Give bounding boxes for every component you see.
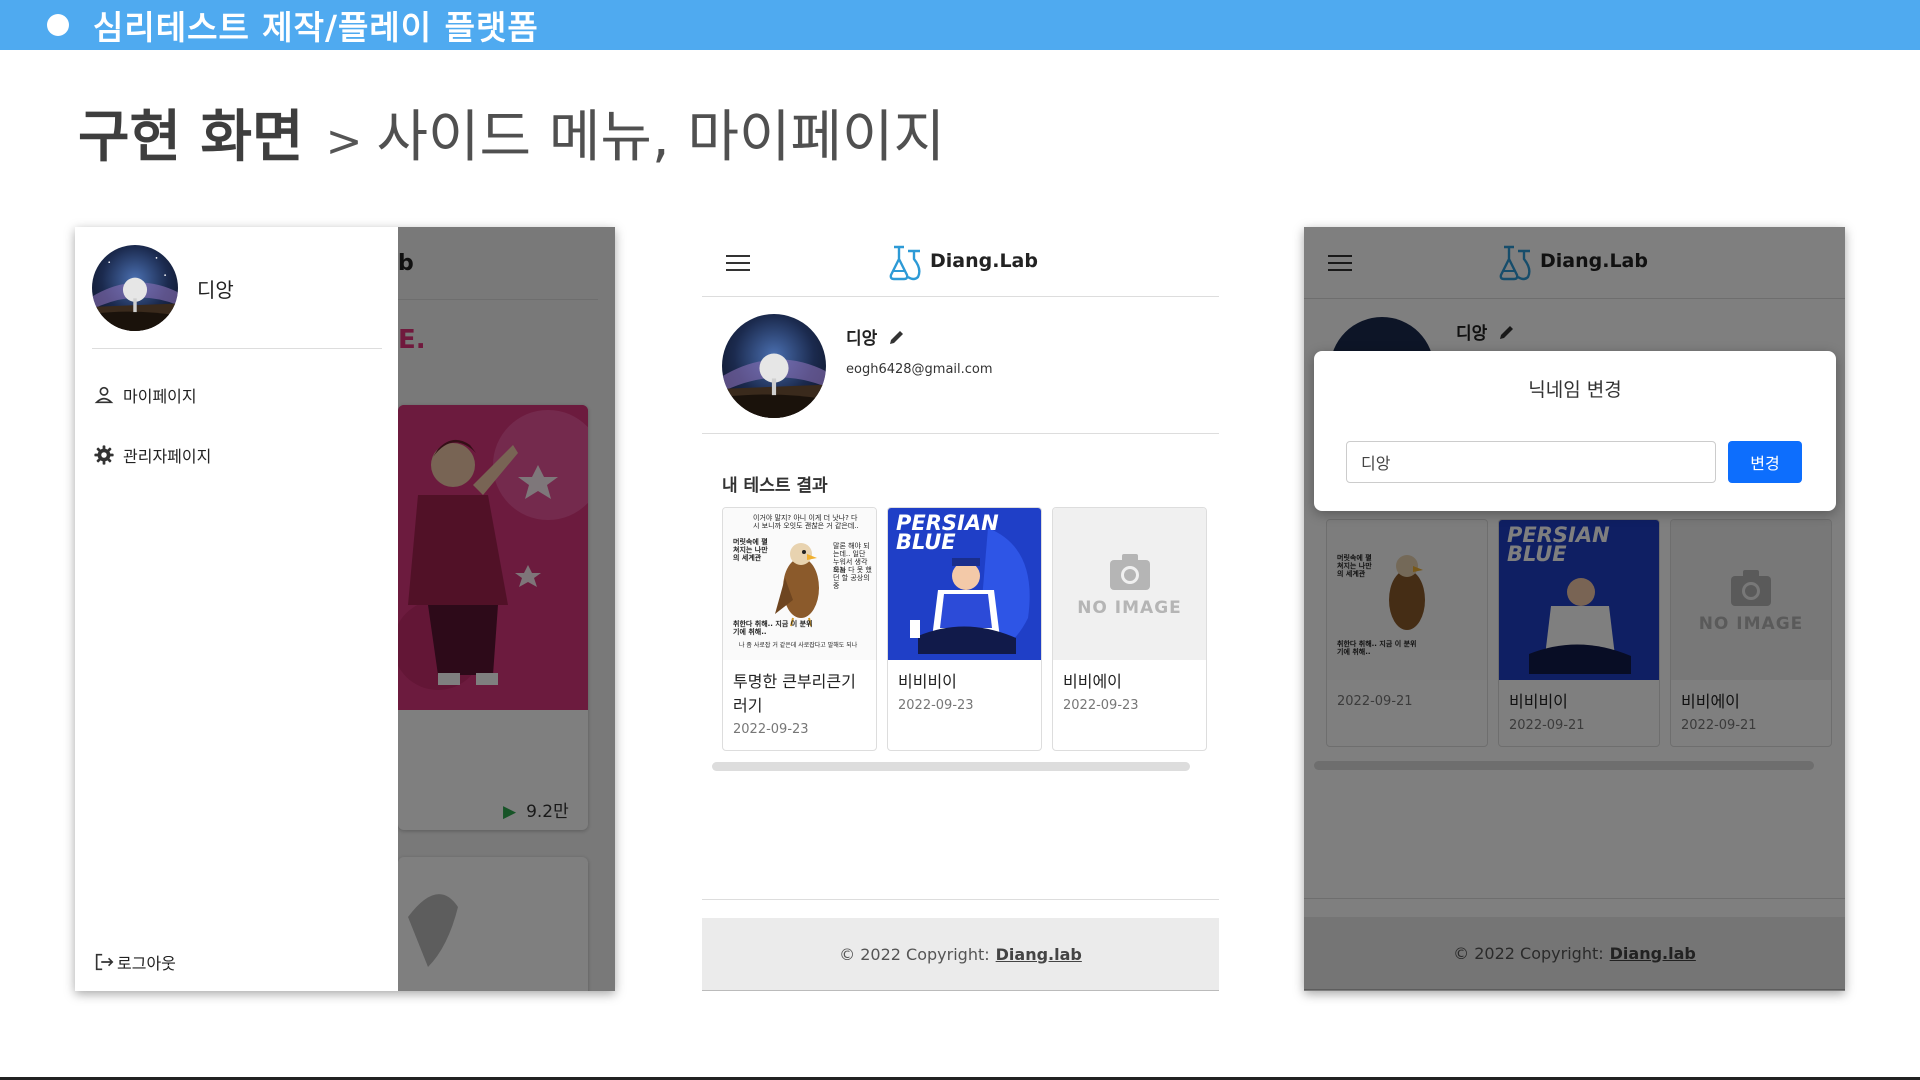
logout-button[interactable]: 로그아웃 bbox=[93, 950, 176, 974]
edit-pencil-icon[interactable] bbox=[887, 327, 907, 347]
card-date: 2022-09-23 bbox=[1063, 698, 1139, 713]
slide-title: 구현 화면 > 사이드 메뉴, 마이페이지 bbox=[78, 92, 945, 173]
eagle-bottom-text: 취한다 취해.. 지금 이 분위기에 취해.. bbox=[733, 620, 813, 636]
test-result-cards: 이거야 말지? 아니 이게 더 낫나? 다시 보니까 오잇도 괜찮은 거 같은데… bbox=[722, 507, 1207, 751]
drawer-divider bbox=[92, 348, 382, 349]
avatar bbox=[92, 245, 178, 331]
eagle-top-text: 이거야 말지? 아니 이게 더 낫나? 다시 보니까 오잇도 괜찮은 거 같은데… bbox=[753, 514, 859, 530]
camera-icon bbox=[1109, 554, 1150, 590]
profile-email: eogh6428@gmail.com bbox=[846, 362, 993, 377]
mypage-screenshot: Diang.Lab 디앙 eogh6428@gmail.com 내 테스트 결과… bbox=[702, 227, 1219, 991]
background-page: b E. ▶9.2만 bbox=[398, 227, 615, 991]
menu-item-mypage-label: 마이페이지 bbox=[123, 387, 197, 406]
profile-nickname: 디앙 bbox=[846, 324, 907, 349]
nickname-modal-screenshot: Diang.Lab 디앙 머릿속에 펼쳐지는 나만의 세계관 취한다 취해 bbox=[1304, 227, 1845, 991]
person-icon bbox=[94, 386, 114, 404]
persian-blue-thumbnail: PERSIANBLUE bbox=[888, 508, 1041, 660]
galaxy-avatar-image bbox=[92, 245, 178, 331]
nickname-input[interactable] bbox=[1346, 441, 1716, 483]
footer-copyright: © 2022 Copyright: Diang.lab bbox=[702, 918, 1219, 991]
galaxy-avatar-image bbox=[722, 314, 826, 418]
footer-link[interactable]: Diang.lab bbox=[996, 945, 1082, 964]
slide-title-strong: 구현 화면 bbox=[78, 105, 304, 170]
hamburger-menu-icon[interactable] bbox=[726, 255, 750, 273]
overlay-dim[interactable] bbox=[398, 227, 615, 991]
slide-header-bar: 심리테스트 제작/플레이 플랫폼 bbox=[0, 0, 1920, 50]
card-date: 2022-09-23 bbox=[898, 698, 974, 713]
modal-backdrop[interactable] bbox=[1304, 227, 1845, 991]
persian-text-line-2: BLUE bbox=[896, 530, 956, 554]
card-title: 비비에이 bbox=[1063, 672, 1122, 691]
card-title: 투명한 큰부리큰기러기 bbox=[733, 672, 856, 715]
side-menu-screenshot: b E. ▶9.2만 bbox=[75, 227, 615, 991]
footer: © 2022 Copyright: Diang.lab bbox=[702, 899, 1219, 991]
copyright-text: © 2022 Copyright: bbox=[839, 944, 990, 964]
app-header: Diang.Lab bbox=[702, 227, 1219, 297]
profile-avatar bbox=[722, 314, 826, 418]
test-result-card[interactable]: PERSIAN BLUE 비비비이 2022-09-23 bbox=[887, 507, 1042, 751]
brand-logo[interactable]: Diang.Lab bbox=[888, 241, 1038, 281]
persian-blue-text: PERSIANBLUE bbox=[896, 513, 999, 554]
eagle-left-text: 머릿속에 펼쳐지는 나만의 세계관 bbox=[733, 538, 768, 562]
card-date: 2022-09-23 bbox=[733, 722, 809, 737]
menu-item-admin-label: 관리자페이지 bbox=[123, 447, 212, 466]
brand-name: Diang.Lab bbox=[930, 250, 1038, 272]
logout-icon bbox=[95, 953, 114, 971]
change-button[interactable]: 변경 bbox=[1728, 441, 1802, 483]
profile-nickname-text: 디앙 bbox=[846, 329, 878, 349]
flask-logo-icon bbox=[889, 245, 921, 281]
eagle-illustration bbox=[775, 543, 819, 627]
eagle-thumbnail: 이거야 말지? 아니 이게 더 낫나? 다시 보니까 오잇도 괜찮은 거 같은데… bbox=[723, 508, 876, 660]
horizontal-scrollbar[interactable] bbox=[712, 762, 1190, 771]
my-test-results-title: 내 테스트 결과 bbox=[722, 476, 828, 496]
slide-title-sub: 사이드 메뉴, 마이페이지 bbox=[376, 105, 946, 170]
eagle-right2-text: 오늘 다 못 했던 할 공상의 중 bbox=[833, 566, 872, 590]
slide-header-title: 심리테스트 제작/플레이 플랫폼 bbox=[93, 8, 539, 47]
logout-label: 로그아웃 bbox=[117, 954, 176, 973]
test-result-card[interactable]: 이거야 말지? 아니 이게 더 낫나? 다시 보니까 오잇도 괜찮은 거 같은데… bbox=[722, 507, 877, 751]
profile-section: 디앙 eogh6428@gmail.com bbox=[702, 298, 1219, 434]
card-title: 비비비이 bbox=[898, 672, 957, 691]
eagle-footer-text: 나 좀 사로잡 거 같은데 사로잡다고 말해도 되나 bbox=[739, 642, 858, 649]
no-image-placeholder: NO IMAGE bbox=[1053, 508, 1206, 660]
test-result-card[interactable]: NO IMAGE 비비에이 2022-09-23 bbox=[1052, 507, 1207, 751]
side-drawer: 디앙 마이페이지 관리자페이지 로그아웃 bbox=[75, 227, 398, 991]
no-image-text: NO IMAGE bbox=[1077, 598, 1182, 618]
slide-title-arrow: > bbox=[325, 116, 363, 167]
gear-icon bbox=[94, 445, 114, 465]
no-image-thumbnail: NO IMAGE bbox=[1053, 508, 1206, 660]
nickname-change-modal: 닉네임 변경 변경 bbox=[1314, 351, 1836, 511]
menu-item-mypage[interactable]: 마이페이지 bbox=[93, 383, 197, 407]
menu-item-admin[interactable]: 관리자페이지 bbox=[93, 443, 211, 467]
drawer-username: 디앙 bbox=[197, 278, 234, 302]
bullet-dot bbox=[47, 14, 69, 36]
modal-title: 닉네임 변경 bbox=[1528, 379, 1622, 401]
